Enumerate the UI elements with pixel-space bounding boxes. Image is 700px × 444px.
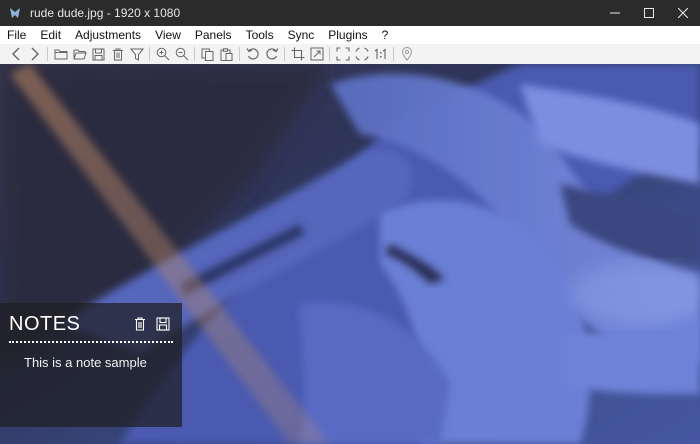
menu-bar: File Edit Adjustments View Panels Tools … (0, 26, 700, 44)
back-button[interactable] (6, 45, 25, 63)
zoom-in-button[interactable] (153, 45, 172, 63)
menu-view[interactable]: View (148, 26, 188, 44)
minimize-button[interactable] (598, 0, 632, 26)
minimize-icon (610, 12, 620, 14)
menu-panels[interactable]: Panels (188, 26, 239, 44)
open-folder-button[interactable] (70, 45, 89, 63)
toolbar-separator (393, 47, 394, 61)
copy-button[interactable] (198, 45, 217, 63)
notes-delete-button[interactable] (133, 317, 147, 331)
fit-screen-icon (335, 47, 350, 61)
open-folder-icon (73, 49, 87, 60)
menu-sync[interactable]: Sync (281, 26, 322, 44)
forward-button[interactable] (25, 45, 44, 63)
actual-size-icon (374, 48, 386, 59)
menu-file[interactable]: File (0, 26, 33, 44)
rotate-left-button[interactable] (243, 45, 262, 63)
note-text[interactable]: This is a note sample (24, 355, 147, 370)
resize-icon (310, 47, 323, 61)
app-icon (10, 8, 20, 18)
toolbar-separator (239, 47, 240, 61)
toolbar-separator (47, 47, 48, 61)
filter-button[interactable] (127, 45, 146, 63)
paste-button[interactable] (217, 45, 236, 63)
zoom-out-button[interactable] (172, 45, 191, 63)
close-button[interactable] (666, 0, 700, 26)
crop-button[interactable] (288, 45, 307, 63)
save-icon (156, 317, 170, 331)
delete-icon (112, 48, 123, 60)
maximize-icon (644, 8, 654, 18)
maximize-button[interactable] (632, 0, 666, 26)
title-bar: rude dude.jpg - 1920 x 1080 (0, 0, 700, 26)
rotate-left-icon (246, 48, 259, 60)
toolbar-separator (194, 47, 195, 61)
actual-size-button[interactable] (371, 45, 390, 63)
close-icon (678, 8, 688, 18)
paste-icon (220, 47, 233, 61)
menu-help[interactable]: ? (375, 26, 396, 44)
fullscreen-button[interactable] (352, 45, 371, 63)
crop-icon (291, 47, 304, 61)
toolbar-separator (149, 47, 150, 61)
save-button[interactable] (89, 45, 108, 63)
copy-icon (201, 48, 214, 61)
window-title: rude dude.jpg - 1920 x 1080 (30, 6, 181, 20)
back-icon (11, 47, 19, 61)
toolbar-separator (329, 47, 330, 61)
toolbar-separator (284, 47, 285, 61)
location-pin-icon (401, 47, 412, 61)
rotate-right-button[interactable] (262, 45, 281, 63)
fit-screen-button[interactable] (333, 45, 352, 63)
location-button[interactable] (397, 45, 416, 63)
menu-plugins[interactable]: Plugins (321, 26, 374, 44)
filter-icon (129, 48, 144, 61)
delete-button[interactable] (108, 45, 127, 63)
notes-title: NOTES (9, 313, 81, 335)
new-folder-icon (54, 49, 67, 60)
toolbar (0, 44, 700, 64)
fullscreen-icon (354, 47, 369, 61)
notes-divider (9, 341, 173, 343)
menu-adjustments[interactable]: Adjustments (68, 26, 148, 44)
save-icon (92, 48, 105, 60)
menu-edit[interactable]: Edit (33, 26, 68, 44)
notes-save-button[interactable] (156, 317, 170, 331)
forward-icon (31, 47, 39, 61)
trash-icon (135, 317, 145, 331)
menu-tools[interactable]: Tools (239, 26, 281, 44)
zoom-out-icon (175, 47, 188, 61)
rotate-right-icon (265, 48, 278, 60)
new-folder-button[interactable] (51, 45, 70, 63)
resize-button[interactable] (307, 45, 326, 63)
notes-panel: NOTES This is a note sample (0, 303, 182, 427)
zoom-in-icon (156, 47, 169, 61)
